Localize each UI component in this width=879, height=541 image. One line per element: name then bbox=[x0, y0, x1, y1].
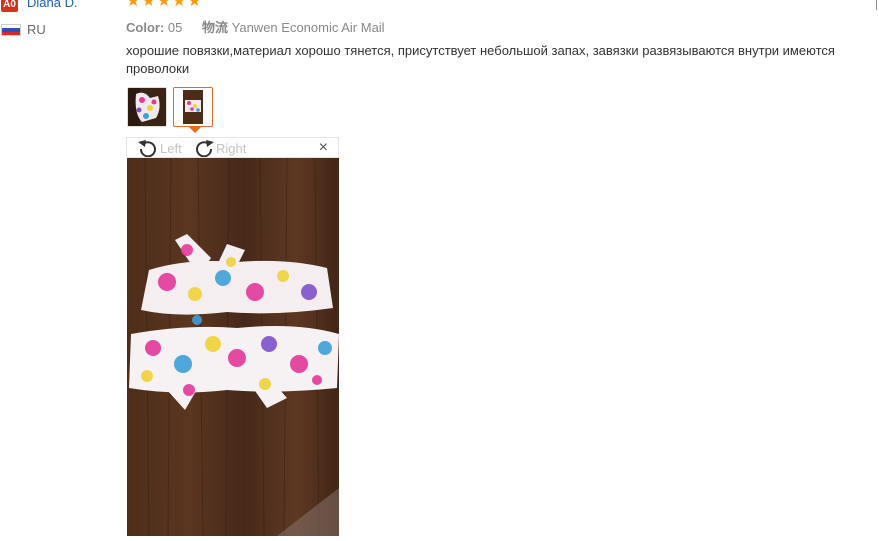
rotate-left-icon bbox=[138, 140, 156, 157]
star-icon: ★ bbox=[187, 0, 202, 10]
rotate-right-icon bbox=[196, 140, 214, 157]
image-viewer-toolbar: Left Right × bbox=[126, 137, 339, 158]
rotate-left-label: Left bbox=[160, 140, 182, 156]
review-thumbnail[interactable] bbox=[127, 87, 167, 127]
color-label: Color: bbox=[126, 20, 165, 35]
star-icon: ★ bbox=[172, 0, 187, 10]
reviewer-country: RU bbox=[27, 22, 46, 37]
headband-photo bbox=[127, 158, 339, 536]
buyer-level-badge: A0 bbox=[1, 0, 18, 12]
shipping-label: 物流 bbox=[202, 20, 229, 35]
review-thumbnail-selected[interactable] bbox=[173, 87, 213, 127]
order-details: Color: 05 物流 Yanwen Economic Air Mail bbox=[126, 17, 401, 36]
close-icon[interactable]: × bbox=[319, 139, 328, 157]
rotate-right-label: Right bbox=[216, 140, 247, 156]
rotate-right-button[interactable]: Right bbox=[193, 139, 246, 157]
star-rating: ★ ★ ★ ★ ★ bbox=[126, 0, 202, 10]
scroll-edge-marker bbox=[876, 0, 877, 10]
review-photo-large bbox=[127, 158, 339, 536]
star-icon: ★ bbox=[156, 0, 172, 10]
thumbnail-image bbox=[128, 88, 166, 126]
russia-flag-icon bbox=[1, 24, 21, 36]
color-value: 05 bbox=[167, 20, 183, 35]
star-icon: ★ bbox=[126, 0, 141, 10]
shipping-value: Yanwen Economic Air Mail bbox=[231, 20, 385, 35]
rotate-left-button[interactable]: Left bbox=[137, 139, 182, 157]
thumbnail-image bbox=[183, 90, 203, 124]
reviewer-name-link[interactable]: Diana D. bbox=[27, 0, 78, 10]
selected-thumbnail-pointer bbox=[189, 127, 201, 133]
star-icon: ★ bbox=[141, 0, 156, 10]
review-text: хорошие повязки,материал хорошо тянется,… bbox=[126, 43, 835, 76]
